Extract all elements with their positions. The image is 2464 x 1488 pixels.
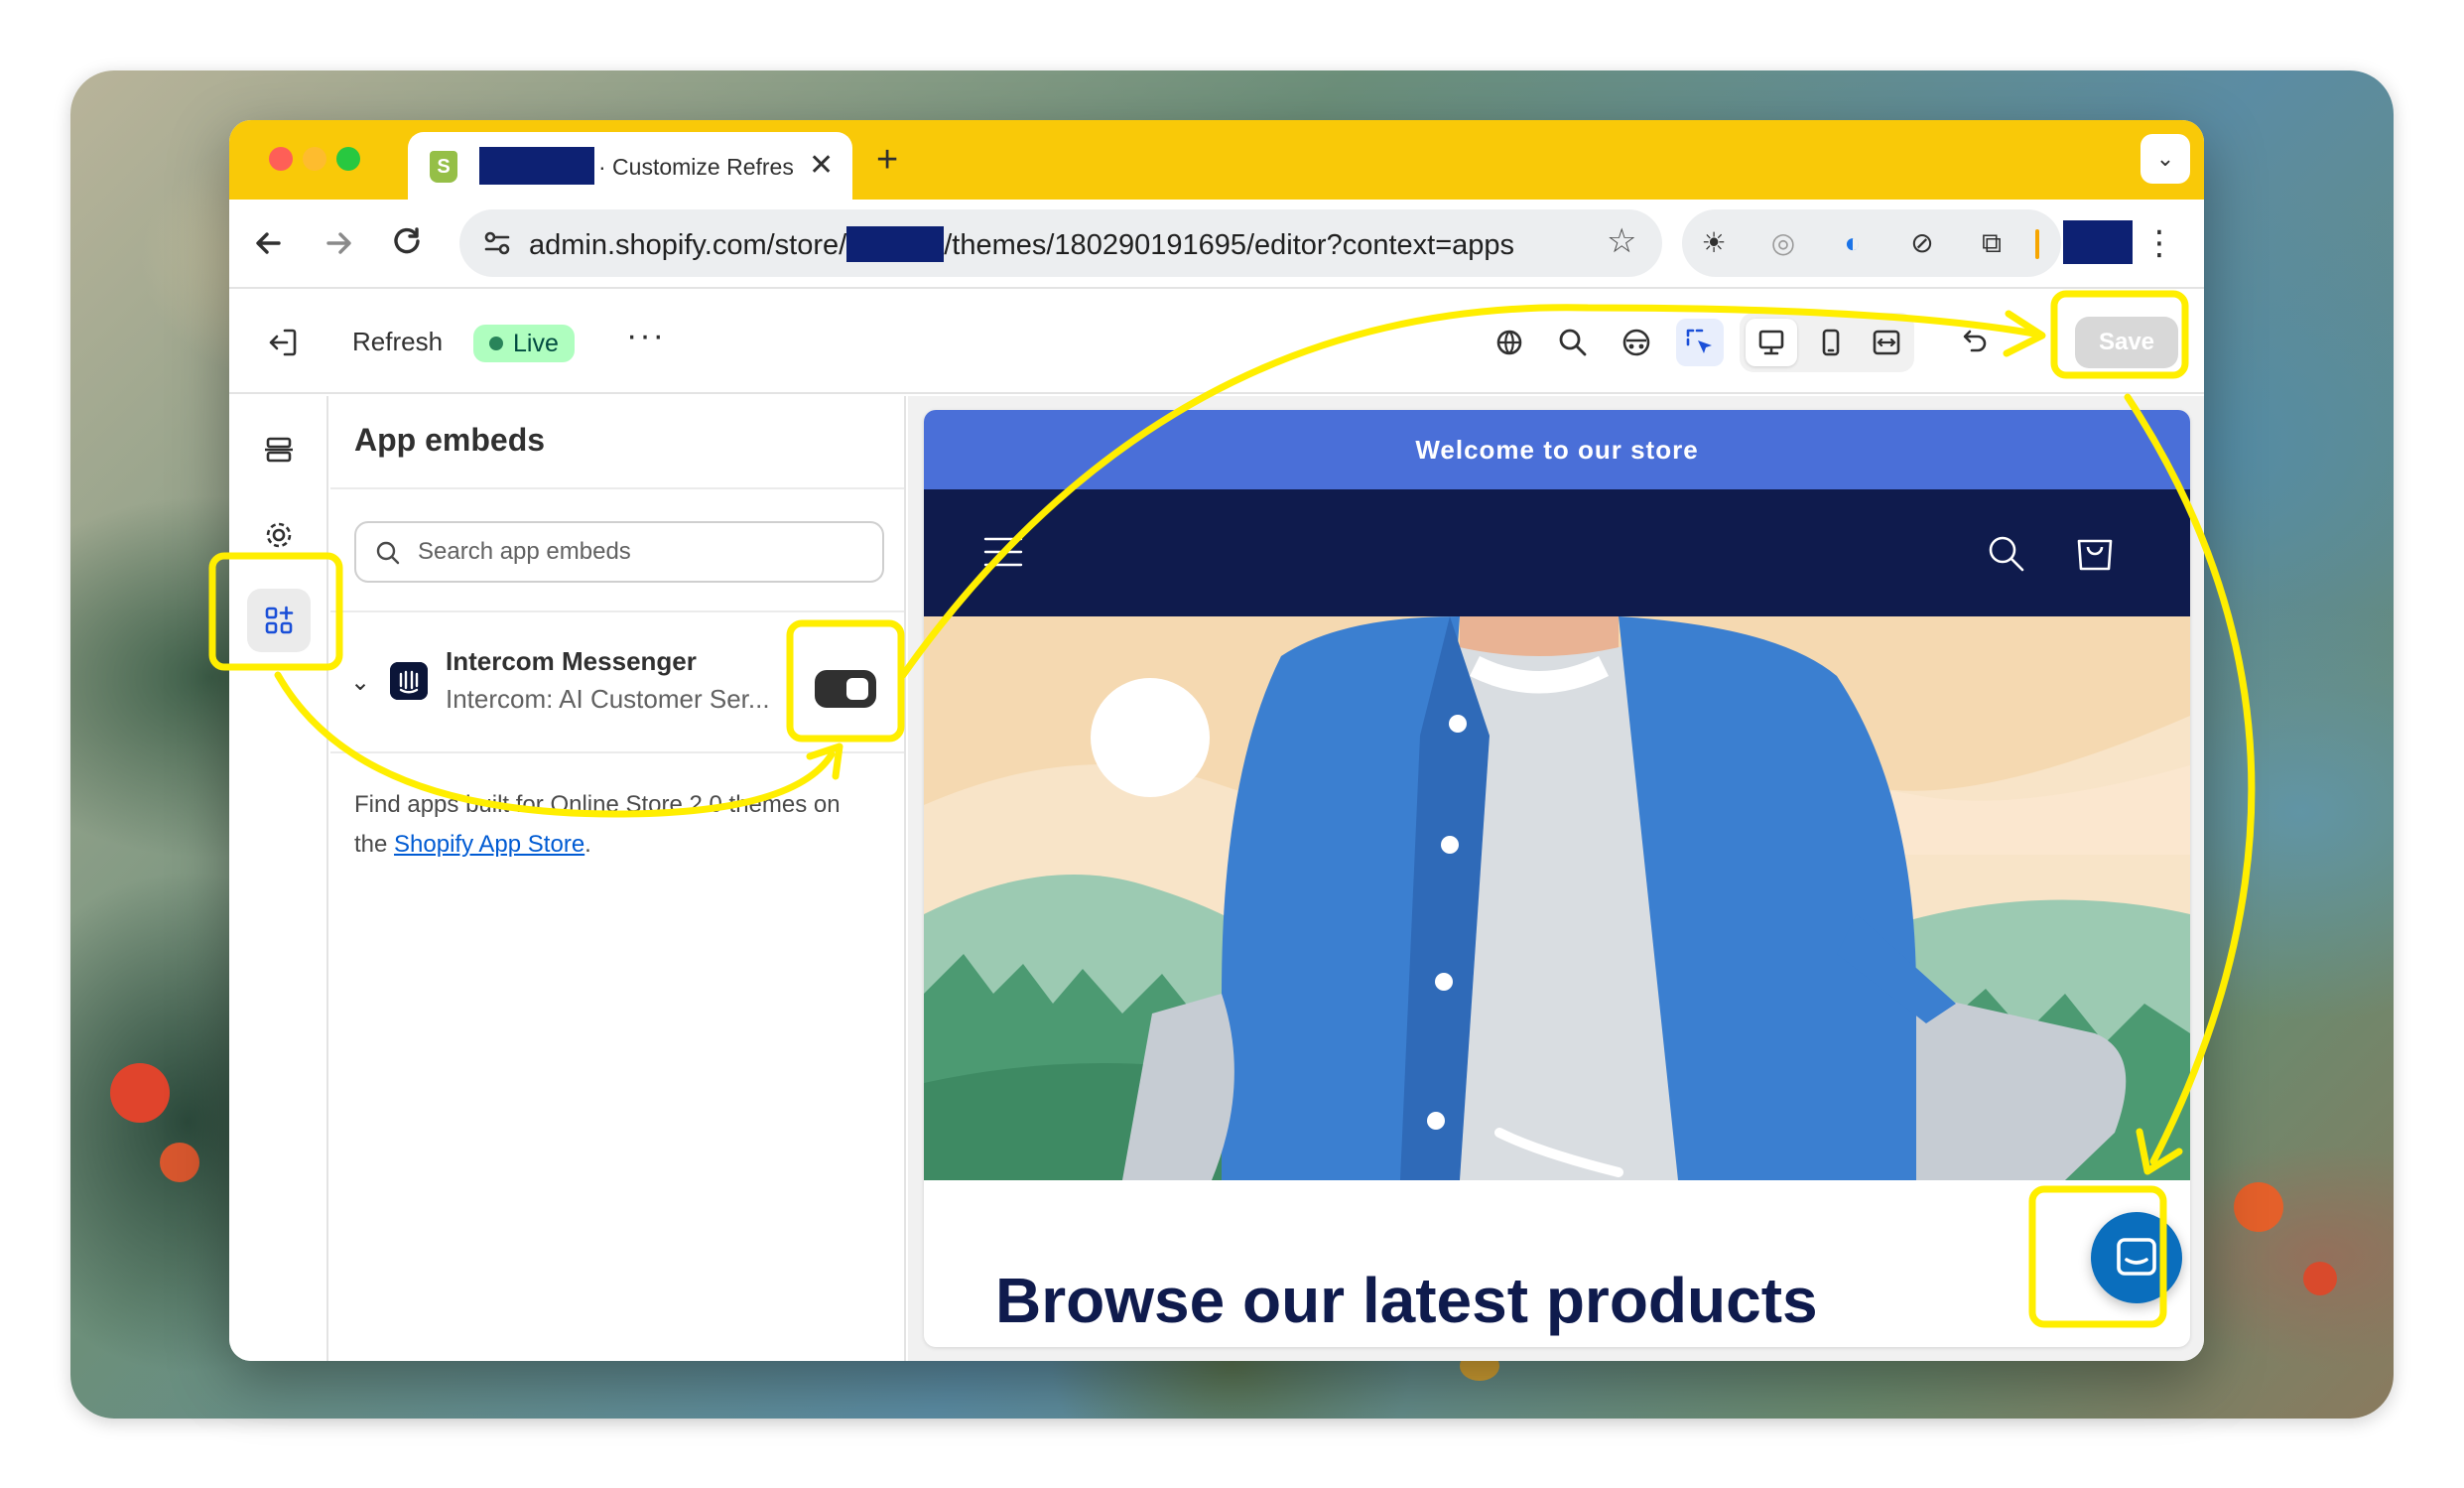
chat-launcher-button[interactable] — [2091, 1212, 2182, 1303]
toggle-knob — [846, 678, 868, 700]
divider — [330, 487, 904, 489]
maximize-window-button[interactable] — [336, 147, 360, 171]
url-text: admin.shopify.com/store/ /themes/18029019… — [529, 226, 1514, 262]
reload-button[interactable] — [384, 219, 432, 267]
flower-decoration — [110, 1063, 170, 1123]
url-prefix: admin.shopify.com/store/ — [529, 229, 847, 261]
tab-strip: S · Customize Refres ✕ + ⌄ — [229, 120, 2204, 200]
redacted-store-name — [479, 147, 594, 185]
url-suffix: /themes/180290191695/editor?context=apps — [944, 229, 1515, 261]
palette-icon[interactable] — [1613, 319, 1660, 366]
extensions-area: ☀ ◎ ◐ ⊘ ⧉ — [1682, 209, 2061, 277]
bookmark-star-icon[interactable]: ☆ — [1607, 221, 1636, 261]
help-text: Find apps built for Online Store 2.0 the… — [354, 785, 870, 865]
back-button[interactable] — [245, 219, 293, 267]
profile-avatar[interactable] — [2063, 220, 2133, 264]
app-embeds-panel: App embeds ⌄ Intercom Messenger Intercom… — [330, 396, 906, 1361]
live-dot-icon — [489, 337, 503, 350]
more-actions-button[interactable]: ··· — [626, 317, 666, 355]
cart-icon[interactable] — [2075, 531, 2115, 573]
sections-icon[interactable] — [247, 418, 311, 481]
search-icon — [376, 541, 400, 565]
hero-image — [924, 616, 2190, 1180]
close-tab-icon[interactable]: ✕ — [809, 149, 834, 183]
intercom-logo-icon — [390, 662, 428, 700]
extension-bear-icon[interactable]: ◎ — [1765, 225, 1801, 261]
extension-password-icon[interactable]: ◐ — [1835, 225, 1871, 261]
forward-arrow-icon — [326, 232, 351, 254]
close-window-button[interactable] — [269, 147, 293, 171]
back-arrow-icon — [256, 232, 281, 254]
redacted-store-id — [846, 226, 945, 262]
editor-topbar: Refresh Live ··· Save — [229, 291, 2204, 394]
browser-toolbar: admin.shopify.com/store/ /themes/18029019… — [229, 200, 2204, 289]
store-search-icon[interactable] — [1986, 533, 2025, 573]
minimize-window-button[interactable] — [303, 147, 326, 171]
active-tab[interactable]: S · Customize Refres ✕ — [408, 132, 852, 200]
flower-decoration — [2303, 1262, 2337, 1295]
flower-decoration — [2234, 1182, 2283, 1232]
forward-button[interactable] — [315, 219, 362, 267]
extension-sun-icon[interactable]: ☀ — [1696, 225, 1732, 261]
help-text-suffix: . — [584, 831, 591, 858]
status-badge-label: Live — [513, 330, 559, 357]
flower-decoration — [160, 1143, 199, 1182]
browser-window: S · Customize Refres ✕ + ⌄ admin.shopify… — [229, 120, 2204, 1361]
new-tab-button[interactable]: + — [876, 140, 898, 180]
app-embed-toggle[interactable] — [815, 670, 876, 708]
menu-icon[interactable] — [983, 535, 1023, 569]
chat-icon — [2117, 1238, 2156, 1276]
panel-title: App embeds — [354, 422, 546, 458]
store-preview: Welcome to our store Browse our latest p… — [924, 410, 2190, 1347]
gear-icon[interactable] — [247, 503, 311, 567]
editor-rail — [229, 396, 328, 1361]
app-embed-subtitle: Intercom: AI Customer Ser... — [446, 684, 770, 714]
search-field[interactable] — [354, 521, 884, 583]
section-heading: Browse our latest products — [995, 1265, 1818, 1336]
theme-name[interactable]: Refresh — [352, 327, 443, 357]
mobile-icon[interactable] — [1807, 319, 1855, 366]
app-embed-row[interactable]: ⌄ Intercom Messenger Intercom: AI Custom… — [330, 612, 904, 751]
store-header — [924, 489, 2190, 616]
globe-icon[interactable] — [1486, 319, 1533, 366]
extension-block-icon[interactable]: ⊘ — [1904, 225, 1940, 261]
undo-icon[interactable] — [1950, 319, 1998, 366]
fullwidth-icon[interactable] — [1863, 319, 1910, 366]
site-settings-icon — [484, 231, 510, 255]
address-bar[interactable]: admin.shopify.com/store/ /themes/18029019… — [459, 209, 1662, 277]
toolbar-divider — [2035, 229, 2039, 259]
search-icon[interactable] — [1549, 319, 1597, 366]
select-icon[interactable] — [1676, 319, 1724, 366]
announcement-bar[interactable]: Welcome to our store — [924, 410, 2190, 489]
desktop-icon[interactable] — [1748, 319, 1795, 366]
chevron-down-icon[interactable]: ⌄ — [350, 668, 370, 697]
tab-title: · Customize Refres — [598, 154, 794, 180]
browser-menu-button[interactable]: ⋮ — [2142, 219, 2176, 267]
tab-search-button[interactable]: ⌄ — [2140, 134, 2190, 184]
search-input[interactable] — [418, 533, 854, 571]
status-badge: Live — [473, 325, 575, 362]
divider — [330, 751, 904, 753]
reload-icon — [394, 227, 420, 254]
app-store-link[interactable]: Shopify App Store — [394, 831, 584, 858]
shopify-favicon-icon: S — [430, 151, 457, 183]
exit-icon[interactable] — [263, 323, 303, 362]
save-button[interactable]: Save — [2075, 317, 2178, 368]
apps-icon[interactable] — [247, 589, 311, 652]
extensions-puzzle-icon[interactable]: ⧉ — [1974, 225, 2010, 261]
app-embed-name: Intercom Messenger — [446, 646, 697, 676]
